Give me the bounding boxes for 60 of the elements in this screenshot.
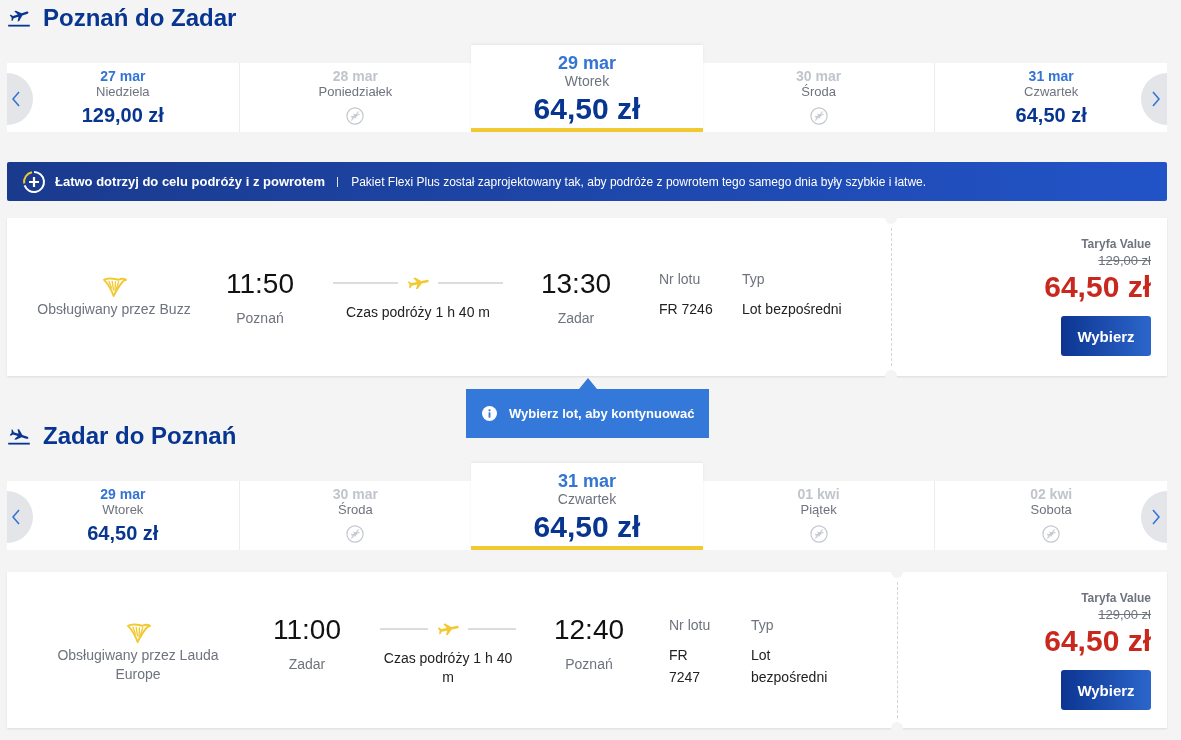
banner-title: Łatwo dotrzyj do celu podróży i z powrotem (55, 174, 326, 189)
plane-takeoff-icon (8, 9, 30, 27)
plane-landing-icon (8, 427, 30, 445)
no-flight-icon (809, 107, 828, 125)
date-tab[interactable]: 31 mar Czwartek 64,50 zł (934, 63, 1167, 132)
no-flight-icon (346, 107, 365, 125)
departure-city: Poznań (236, 309, 284, 327)
route-title: Zadar do Poznań (43, 421, 237, 451)
date-tab[interactable]: 31 mar Czwartek 64,50 zł (471, 463, 703, 550)
harp-icon (101, 276, 127, 297)
operator-text: Obsługiwany przez Lauda Europe (56, 645, 220, 684)
arrival-city: Poznań (565, 654, 613, 673)
fare-price: 64,50 zł (1044, 624, 1151, 658)
date-tab[interactable]: 30 mar Środa (702, 63, 935, 132)
flight-type-label: Typ (751, 615, 774, 634)
flight-number: FR 7247 (669, 645, 702, 687)
flight-type: Lot bezpośredni (742, 300, 842, 319)
operator-text: Obsługiwany przez Buzz (37, 300, 191, 319)
date-tab[interactable]: 28 mar Poniedziałek (238, 63, 472, 132)
banner-text: Pakiet Flexi Plus został zaprojektowany tak, aby podróże z powrotem tego samego dnia były szybkie i łatwe. (351, 174, 927, 189)
chevron-left-icon (12, 509, 20, 525)
fare-name: Taryfa Value (1081, 236, 1151, 252)
arrival-time: 12:40 (553, 612, 625, 647)
flight-number-label: Nr lotu (659, 270, 701, 288)
old-price: 129,00 zł (1098, 606, 1151, 624)
arrival-city: Zadar (557, 309, 595, 327)
no-flight-icon (1042, 525, 1061, 543)
date-tab[interactable]: 01 kwi Piątek (702, 481, 935, 550)
departure-city: Zadar (288, 654, 326, 673)
flight-number: FR 7246 (659, 300, 713, 319)
old-price: 129,00 zł (1098, 252, 1151, 270)
travel-duration: Czas podróży 1 h 40 m (382, 648, 514, 687)
chevron-left-icon (12, 91, 20, 107)
route-title: Poznań do Zadar (43, 3, 237, 33)
select-button[interactable]: Wybierz (1061, 670, 1151, 710)
tooltip-text: Wybierz lot, aby kontynuować (509, 406, 695, 421)
harp-icon (125, 621, 151, 643)
plus-circle-icon (22, 169, 46, 194)
info-icon (482, 406, 497, 421)
fare-name: Taryfa Value (1081, 590, 1151, 606)
flight-route-icon (380, 622, 516, 635)
chevron-right-icon (1152, 91, 1160, 107)
flight-type-label: Typ (742, 270, 765, 288)
chevron-right-icon (1152, 509, 1160, 525)
select-button[interactable]: Wybierz (1061, 316, 1151, 356)
date-tab[interactable]: 29 mar Wtorek 64,50 zł (471, 45, 703, 132)
date-tab[interactable]: 29 mar Wtorek 64,50 zł (7, 481, 239, 550)
date-tab[interactable]: 02 kwi Sobota (934, 481, 1167, 550)
flight-route-icon (333, 277, 503, 289)
flight-number-label: Nr lotu (669, 615, 711, 634)
departure-time: 11:00 (273, 612, 341, 647)
flight-type: Lot bezpośredni (751, 645, 829, 687)
no-flight-icon (809, 525, 828, 543)
date-tab[interactable]: 27 mar Niedziela 129,00 zł (7, 63, 239, 132)
date-tab[interactable]: 30 mar Środa (238, 481, 472, 550)
travel-duration: Czas podróży 1 h 40 m (346, 303, 490, 322)
departure-time: 11:50 (226, 267, 294, 301)
no-flight-icon (346, 525, 365, 543)
fare-price: 64,50 zł (1044, 270, 1151, 304)
arrival-time: 13:30 (540, 267, 612, 301)
